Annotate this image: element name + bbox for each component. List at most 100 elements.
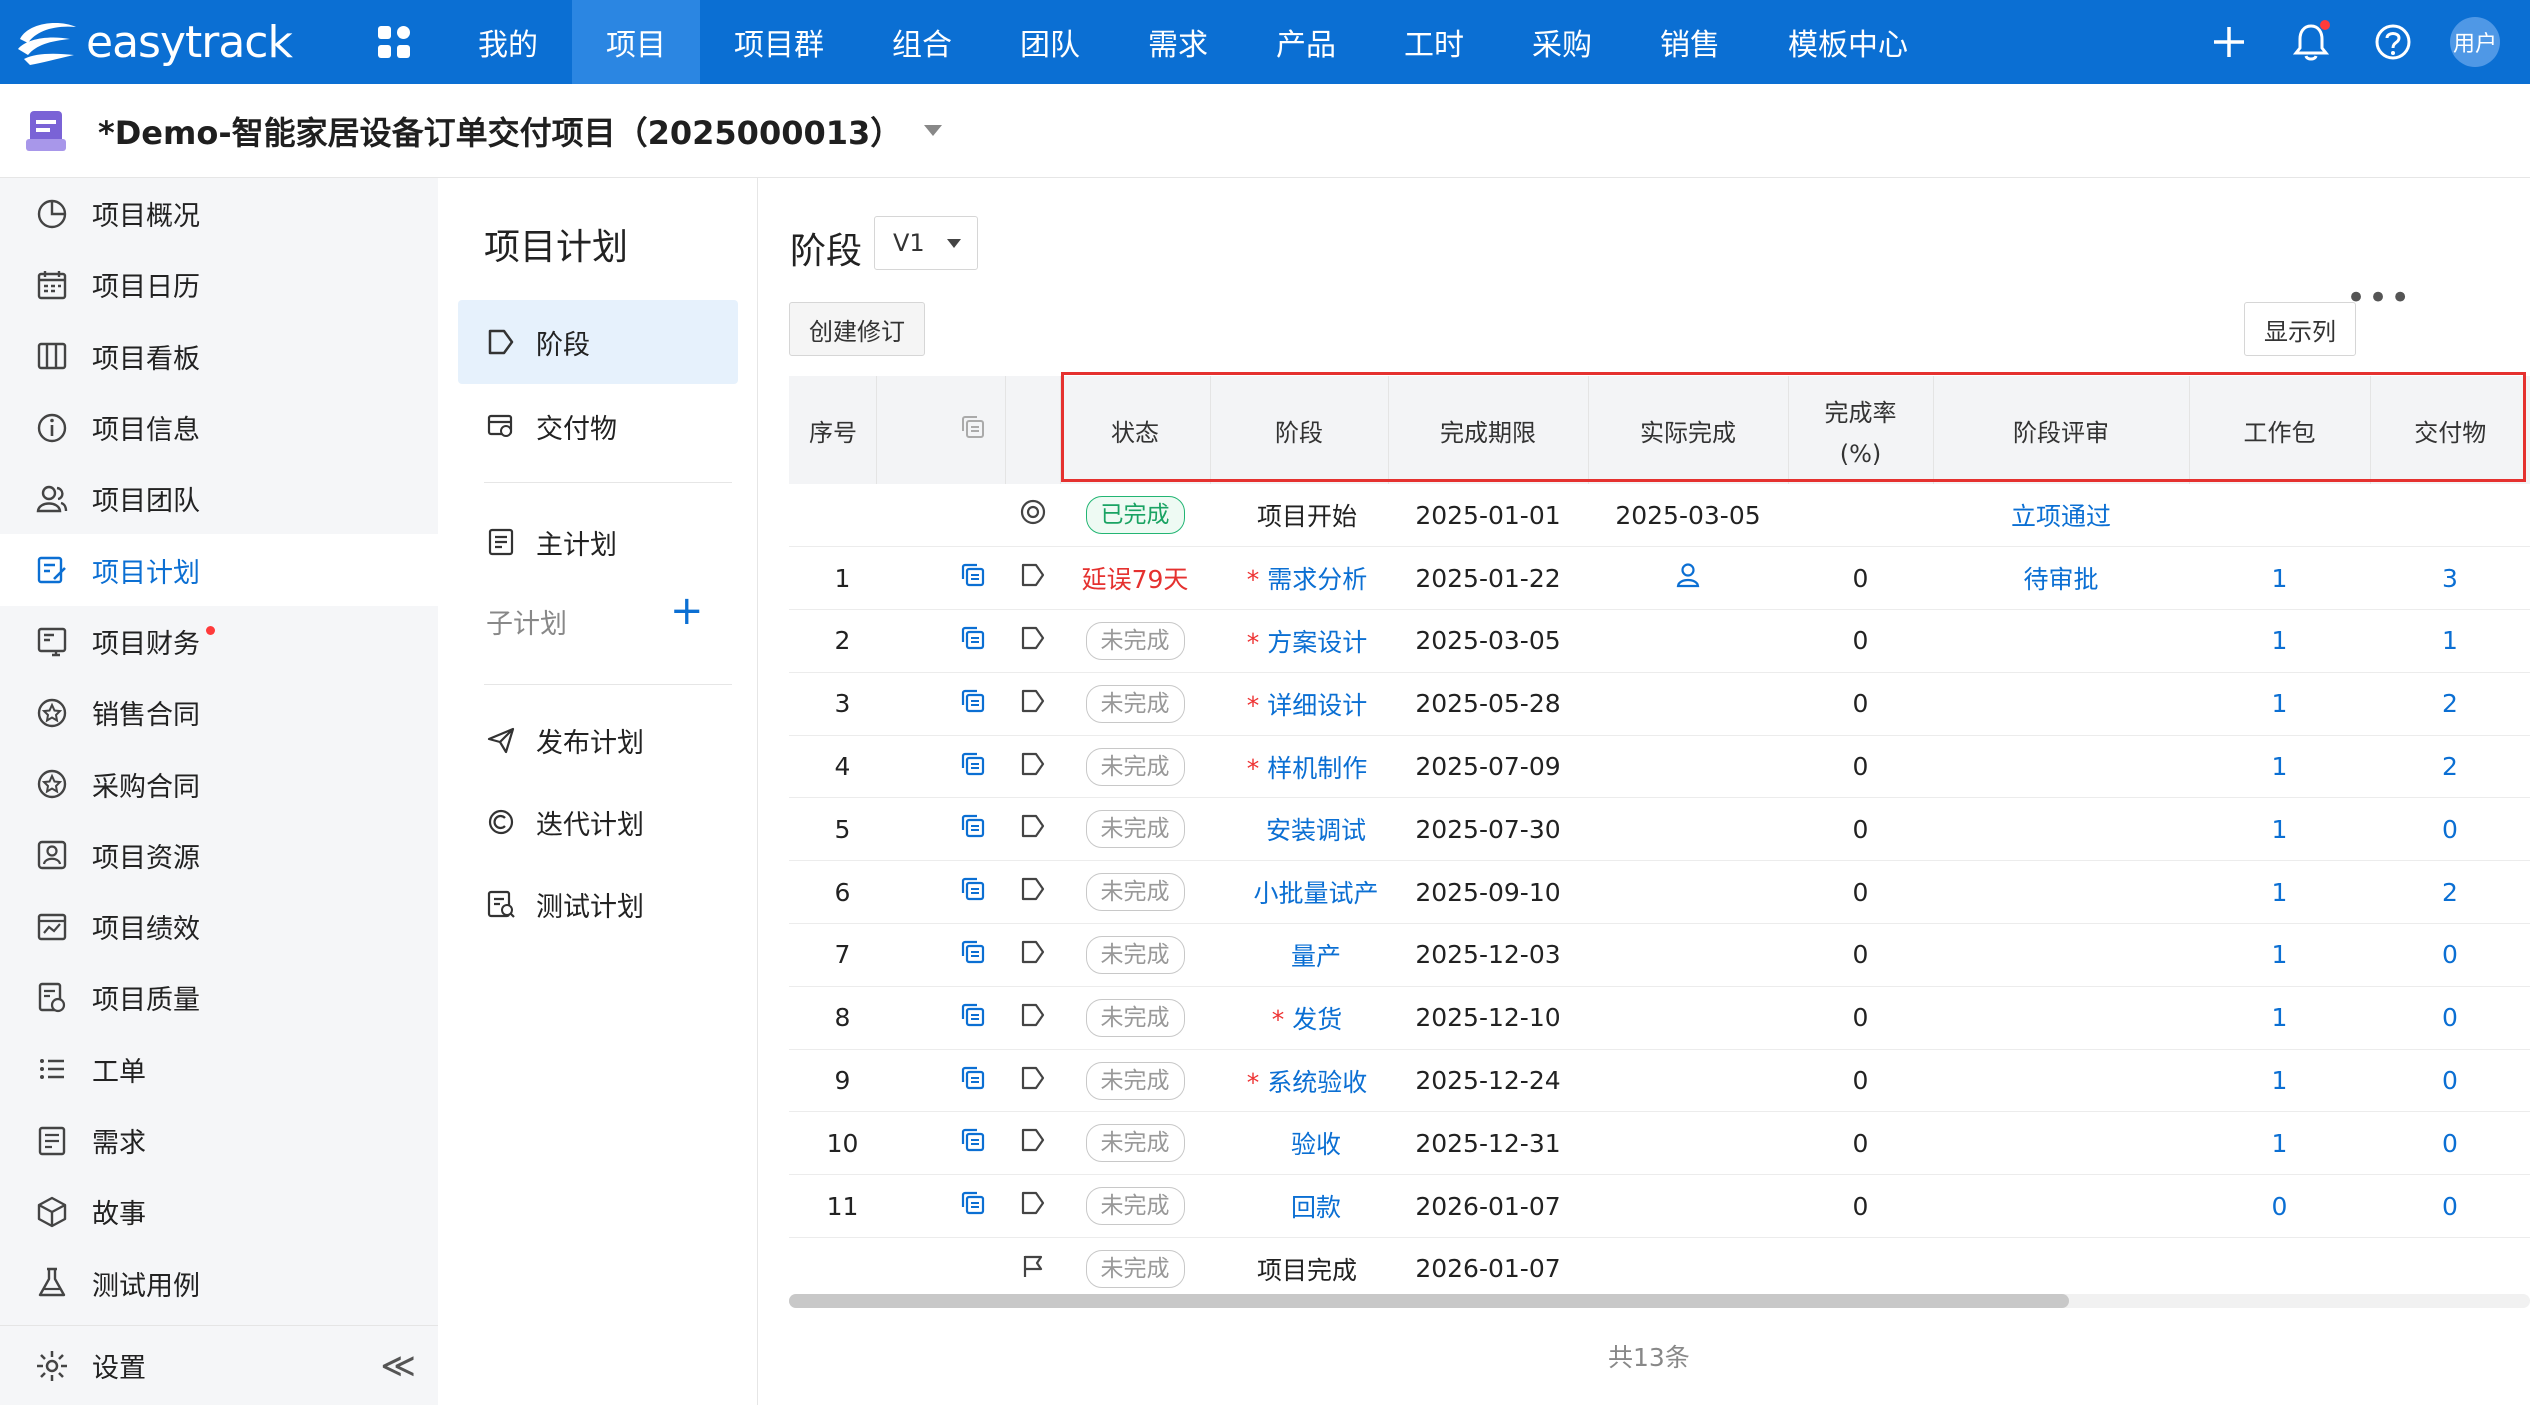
cell-stage[interactable]: 安装调试: [1210, 797, 1388, 862]
cell-deliverable[interactable]: 0: [2370, 1111, 2530, 1176]
cell-deliverable[interactable]: [2370, 484, 2530, 548]
copy-icon[interactable]: [959, 940, 987, 972]
table-row[interactable]: 7 未完成 量产 2025-12-03 0 1 0: [789, 923, 2530, 987]
table-row[interactable]: 11 未完成 回款 2026-01-07 0 0 0: [789, 1174, 2530, 1239]
sidebar-item-11[interactable]: 项目质量: [0, 962, 438, 1033]
cell-copy[interactable]: [876, 609, 1005, 673]
nav-item-8[interactable]: 采购: [1498, 0, 1626, 84]
cell-workpackage[interactable]: 1: [2189, 986, 2370, 1050]
deliverable-link[interactable]: 1: [2442, 626, 2458, 655]
cell-workpackage[interactable]: 1: [2189, 1111, 2370, 1176]
stage-link[interactable]: 方案设计: [1267, 628, 1367, 657]
cell-copy[interactable]: [876, 797, 1005, 862]
show-columns-button[interactable]: 显示列: [2244, 302, 2356, 356]
cell-stage[interactable]: * 样机制作: [1210, 735, 1388, 799]
cell-stage[interactable]: 小批量试产: [1210, 860, 1388, 925]
sidebar-item-5[interactable]: 项目计划: [0, 534, 438, 606]
table-row[interactable]: 9 未完成 * 系统验收 2025-12-24 0 1 0: [789, 1049, 2530, 1113]
workpackage-link[interactable]: 1: [2272, 815, 2288, 844]
version-select[interactable]: V1: [874, 216, 978, 270]
copy-all-icon[interactable]: [959, 413, 987, 441]
cell-copy[interactable]: [876, 1049, 1005, 1113]
cell-stage[interactable]: * 方案设计: [1210, 609, 1388, 673]
cell-copy[interactable]: [876, 1174, 1005, 1239]
sidebar-item-2[interactable]: 项目看板: [0, 321, 438, 392]
deliverable-link[interactable]: 2: [2442, 689, 2458, 718]
workpackage-link[interactable]: 1: [2272, 752, 2288, 781]
cell-stage-review[interactable]: [1933, 1174, 2189, 1239]
table-row[interactable]: 5 未完成 安装调试 2025-07-30 0 1 0: [789, 797, 2530, 862]
cell-workpackage[interactable]: 1: [2189, 1049, 2370, 1113]
cell-stage-review[interactable]: [1933, 1111, 2189, 1176]
cell-workpackage[interactable]: 1: [2189, 609, 2370, 673]
horizontal-scrollbar[interactable]: [789, 1294, 2530, 1308]
cell-stage-review[interactable]: [1933, 609, 2189, 673]
copy-icon[interactable]: [959, 878, 987, 909]
cell-stage[interactable]: * 需求分析: [1210, 546, 1388, 611]
cell-deliverable[interactable]: 1: [2370, 609, 2530, 673]
app-logo[interactable]: easytrack: [0, 0, 330, 84]
workpackage-link[interactable]: 1: [2272, 1129, 2288, 1158]
notifications-button[interactable]: [2270, 0, 2352, 84]
cell-copy[interactable]: [876, 735, 1005, 799]
cell-workpackage[interactable]: [2189, 484, 2370, 548]
sidebar-item-10[interactable]: 项目绩效: [0, 891, 438, 962]
add-subplan-button[interactable]: +: [670, 588, 704, 634]
sidebar-item-13[interactable]: 需求: [0, 1105, 438, 1176]
nav-item-0[interactable]: 我的: [444, 0, 572, 84]
plan-item-release-plan[interactable]: 发布计划: [458, 698, 738, 782]
cell-deliverable[interactable]: 0: [2370, 986, 2530, 1050]
sidebar-item-settings[interactable]: 设置 ≪: [0, 1325, 438, 1405]
copy-icon[interactable]: [959, 752, 987, 784]
workpackage-link[interactable]: 1: [2272, 878, 2288, 907]
cell-workpackage[interactable]: 0: [2189, 1174, 2370, 1239]
cell-copy[interactable]: [876, 672, 1005, 736]
collapse-sidebar-button[interactable]: ≪: [380, 1346, 416, 1386]
copy-icon[interactable]: [959, 1129, 987, 1160]
nav-item-10[interactable]: 模板中心: [1754, 0, 1942, 84]
sidebar-item-9[interactable]: 项目资源: [0, 820, 438, 891]
stage-link[interactable]: 小批量试产: [1253, 879, 1378, 908]
sidebar-item-4[interactable]: 项目团队: [0, 463, 438, 534]
add-button[interactable]: [2188, 0, 2270, 84]
stage-link[interactable]: 验收: [1291, 1130, 1341, 1159]
scrollbar-thumb[interactable]: [789, 1294, 2069, 1308]
stage-link[interactable]: 系统验收: [1267, 1068, 1367, 1097]
workpackage-link[interactable]: 1: [2272, 564, 2288, 593]
nav-item-5[interactable]: 需求: [1114, 0, 1242, 84]
stage-link[interactable]: 量产: [1291, 942, 1341, 971]
cell-workpackage[interactable]: 1: [2189, 923, 2370, 987]
cell-deliverable[interactable]: 0: [2370, 923, 2530, 987]
user-avatar[interactable]: 用户: [2450, 17, 2500, 67]
cell-stage[interactable]: * 系统验收: [1210, 1049, 1388, 1113]
sidebar-item-3[interactable]: 项目信息: [0, 392, 438, 463]
plan-item-iteration-plan[interactable]: 迭代计划: [458, 780, 738, 864]
cell-deliverable[interactable]: 2: [2370, 860, 2530, 925]
app-grid-button[interactable]: [362, 0, 426, 84]
copy-icon[interactable]: [959, 1066, 987, 1098]
cell-copy[interactable]: [876, 1111, 1005, 1176]
project-switch-caret-icon[interactable]: [924, 125, 943, 136]
copy-icon[interactable]: [959, 564, 987, 595]
table-row[interactable]: 1 延误79天 * 需求分析 2025-01-22 0 待审批 1 3: [789, 546, 2530, 611]
deliverable-link[interactable]: 0: [2442, 1066, 2458, 1095]
sidebar-item-12[interactable]: 工单: [0, 1034, 438, 1105]
table-row[interactable]: 10 未完成 验收 2025-12-31 0 1 0: [789, 1111, 2530, 1176]
cell-workpackage[interactable]: [2189, 1237, 2370, 1301]
cell-deliverable[interactable]: 2: [2370, 672, 2530, 736]
nav-item-6[interactable]: 产品: [1242, 0, 1370, 84]
cell-copy[interactable]: [876, 546, 1005, 611]
cell-deliverable[interactable]: 3: [2370, 546, 2530, 611]
sidebar-item-7[interactable]: 销售合同: [0, 677, 438, 748]
workpackage-link[interactable]: 1: [2272, 689, 2288, 718]
copy-icon[interactable]: [959, 689, 987, 721]
deliverable-link[interactable]: 3: [2442, 564, 2458, 593]
plan-item-stage[interactable]: 阶段: [458, 300, 738, 384]
stage-review-link[interactable]: 待审批: [2023, 565, 2098, 594]
stage-link[interactable]: 回款: [1291, 1193, 1341, 1222]
cell-workpackage[interactable]: 1: [2189, 735, 2370, 799]
cell-stage-review[interactable]: 待审批: [1933, 546, 2189, 611]
sidebar-item-15[interactable]: 测试用例: [0, 1247, 438, 1318]
sidebar-item-14[interactable]: 故事: [0, 1176, 438, 1247]
sidebar-item-0[interactable]: 项目概况: [0, 178, 438, 249]
